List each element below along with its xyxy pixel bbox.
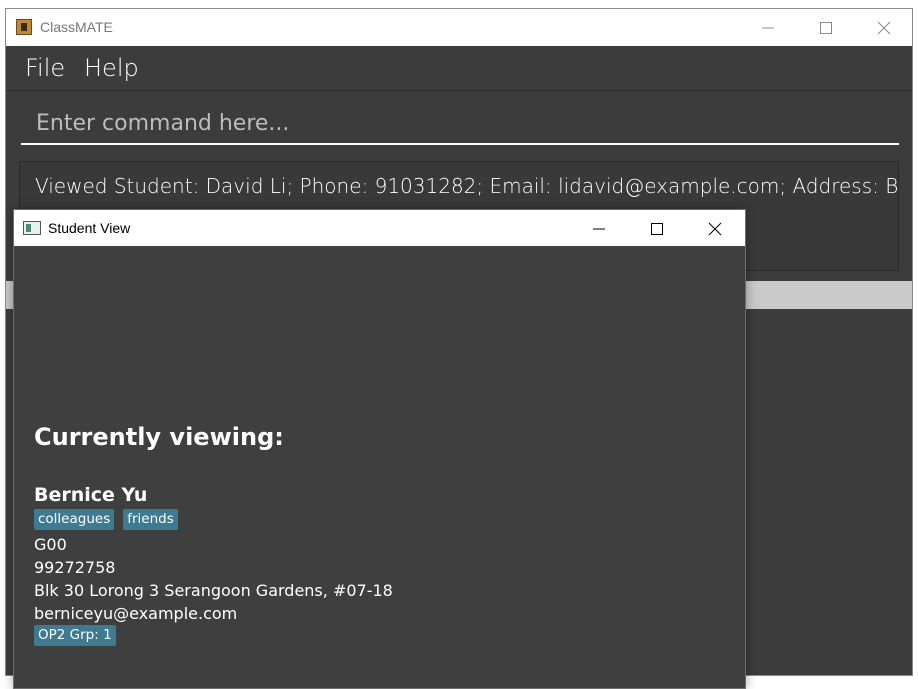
student-tags: colleagues friends — [34, 509, 187, 530]
student-view-maximize-button[interactable] — [628, 210, 686, 247]
student-view-minimize-button[interactable] — [570, 210, 628, 247]
menu-file[interactable]: File — [25, 54, 65, 82]
close-icon — [708, 222, 722, 235]
tag-group: OP2 Grp: 1 — [34, 625, 116, 646]
main-title-bar[interactable]: ClassMATE — [6, 9, 912, 46]
minimize-button[interactable] — [739, 9, 797, 46]
classmate-app-icon — [16, 19, 32, 35]
menu-bar: File Help — [6, 46, 912, 91]
main-window-title: ClassMATE — [40, 19, 113, 35]
menu-help[interactable]: Help — [84, 54, 139, 82]
student-phone: 99272758 — [34, 558, 116, 577]
tag-friends: friends — [123, 509, 178, 530]
student-view-window: Student View Currently viewing: Bernice … — [13, 209, 746, 689]
student-name: Bernice Yu — [34, 484, 148, 506]
student-group-tags: OP2 Grp: 1 — [34, 625, 125, 646]
student-email: berniceyu@example.com — [34, 604, 238, 623]
currently-viewing-heading: Currently viewing: — [34, 423, 284, 451]
student-view-title: Student View — [48, 220, 131, 236]
close-button[interactable] — [855, 9, 912, 46]
student-view-body: Currently viewing: Bernice Yu colleagues… — [14, 246, 745, 688]
student-view-title-bar[interactable]: Student View — [14, 210, 745, 246]
minimize-icon — [762, 27, 774, 28]
student-class-code: G00 — [34, 535, 67, 554]
command-input[interactable] — [21, 103, 899, 145]
result-text: Viewed Student: David Li; Phone: 9103128… — [35, 174, 899, 198]
minimize-icon — [593, 228, 605, 229]
student-view-close-button[interactable] — [686, 210, 744, 247]
tag-colleagues: colleagues — [34, 509, 115, 530]
close-icon — [877, 21, 891, 34]
maximize-button[interactable] — [797, 9, 855, 46]
maximize-icon — [651, 222, 663, 235]
student-address: Blk 30 Lorong 3 Serangoon Gardens, #07-1… — [34, 581, 393, 600]
maximize-icon — [820, 21, 832, 34]
student-view-app-icon — [23, 221, 41, 235]
